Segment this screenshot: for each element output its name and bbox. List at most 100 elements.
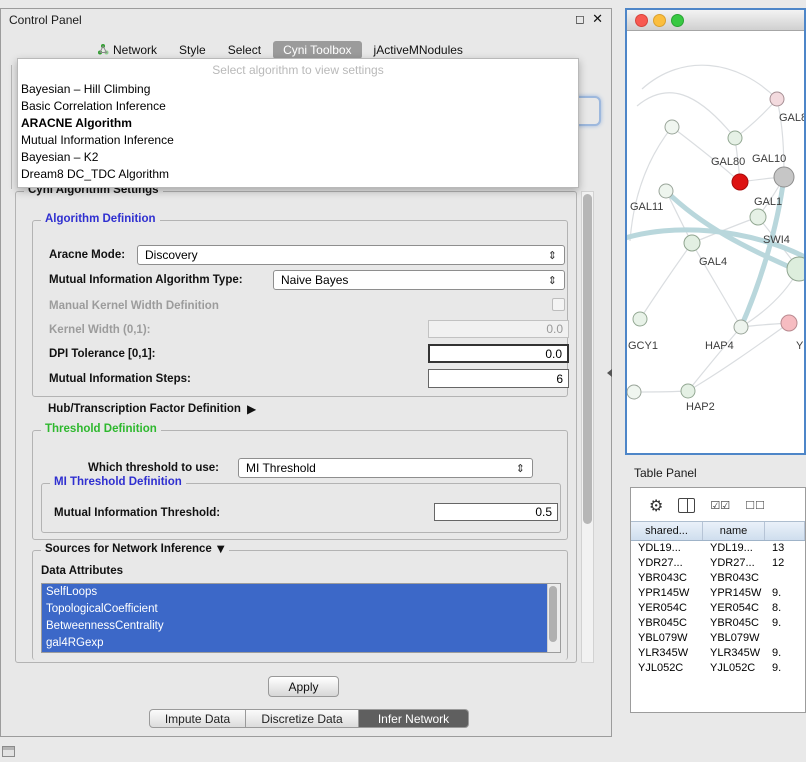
which-threshold-combo[interactable]: MI Threshold ⇕ [238,458,533,478]
algorithm-option-bayesian-hill-climbing[interactable]: Bayesian – Hill Climbing [18,81,578,98]
table-column-header[interactable]: shared... [631,522,703,540]
table-row[interactable]: YBL079WYBL079W [631,631,805,646]
network-node[interactable] [659,184,673,198]
attribute-item-topologicalcoefficient[interactable]: TopologicalCoefficient [42,601,548,618]
float-window-icon[interactable]: ◻ [575,12,585,26]
algorithm-option-mutual-information-inference[interactable]: Mutual Information Inference [18,132,578,149]
select-all-checkboxes-icon[interactable]: ☑☑ [710,499,730,512]
network-node[interactable] [732,174,748,190]
table-column-header[interactable] [765,522,805,540]
kernel-width-field[interactable] [428,320,569,338]
control-panel-title: Control Panel [9,13,82,27]
combo-arrows-icon: ⇕ [548,274,557,287]
columns-icon[interactable] [678,498,695,513]
network-node[interactable] [681,384,695,398]
close-window-icon[interactable]: ✕ [592,12,603,27]
dpi-tolerance-field[interactable] [428,344,569,363]
tab-select[interactable]: Select [218,41,271,59]
attributes-list-scrollbar-thumb[interactable] [549,586,557,642]
table-cell: YER054C [631,601,703,616]
table-cell: 9. [765,616,805,631]
settings-scrollbar-thumb[interactable] [583,194,592,524]
attribute-item-betweennesscentrality[interactable]: BetweennessCentrality [42,618,548,635]
tab-network[interactable]: Network [87,41,167,60]
clear-all-checkboxes-icon[interactable]: ☐☐ [745,499,765,512]
bottom-tab-impute-data[interactable]: Impute Data [149,709,246,728]
tab-style[interactable]: Style [169,41,216,59]
table-row[interactable]: YBR043CYBR043C [631,571,805,586]
hub-definition-toggle[interactable]: Hub/Transcription Factor Definition ▶ [48,402,256,416]
aracne-mode-combo[interactable]: Discovery ⇕ [137,245,565,265]
algorithm-option-dream8-dc-tdc-algorithm[interactable]: Dream8 DC_TDC Algorithm [18,166,578,183]
splitter-handle[interactable] [607,369,612,377]
close-button[interactable] [635,14,648,27]
network-edge[interactable] [735,99,777,138]
network-node[interactable] [774,167,794,187]
network-edge[interactable] [634,391,688,392]
settings-scrollbar[interactable] [581,191,594,663]
table-header[interactable]: shared...name [631,521,805,541]
mi-algorithm-type-label: Mutual Information Algorithm Type: [49,274,243,286]
algorithm-option-basic-correlation-inference[interactable]: Basic Correlation Inference [18,98,578,115]
network-node[interactable] [728,131,742,145]
which-threshold-value: MI Threshold [246,461,316,475]
tab-jactivemnodules[interactable]: jActiveMNodules [364,41,473,59]
network-edge[interactable] [666,191,692,243]
mi-algorithm-type-combo[interactable]: Naive Bayes ⇕ [273,270,565,290]
gear-icon[interactable]: ⚙ [649,496,663,515]
attribute-item-gal4rgexp[interactable]: gal4RGexp [42,635,548,652]
minimize-button[interactable] [653,14,666,27]
mi-threshold-field[interactable] [434,503,558,521]
minimized-window-icon[interactable] [2,746,15,757]
table-cell: YLR345W [631,646,703,661]
network-node[interactable] [781,315,797,331]
aracne-mode-value: Discovery [145,248,198,262]
mi-steps-label: Mutual Information Steps: [49,373,191,385]
tab-label: jActiveMNodules [374,43,463,57]
attributes-list-scrollbar[interactable] [547,584,560,652]
table-row[interactable]: YBR045CYBR045C9. [631,616,805,631]
sources-group: Sources for Network Inference ▼ Data Att… [32,550,568,660]
table-body: YDL19...YDL19...13YDR27...YDR27...12YBR0… [631,541,805,676]
network-edge[interactable] [777,99,784,177]
network-edge[interactable] [688,327,741,391]
table-row[interactable]: YJL052CYJL052C9. [631,661,805,676]
network-node[interactable] [633,312,647,326]
table-row[interactable]: YDL19...YDL19...13 [631,541,805,556]
network-node[interactable] [665,120,679,134]
network-edge[interactable] [637,93,735,138]
bottom-tab-infer-network[interactable]: Infer Network [359,709,469,728]
sources-group-title[interactable]: Sources for Network Inference ▼ [41,543,229,555]
network-node-label: GAL4 [699,256,727,268]
cyni-settings-group: Cyni Algorithm Settings Algorithm Defini… [15,191,577,663]
bottom-tab-discretize-data[interactable]: Discretize Data [246,709,359,728]
tab-cyni-toolbox[interactable]: Cyni Toolbox [273,41,361,59]
table-row[interactable]: YER054CYER054C8. [631,601,805,616]
network-node-label: SWI4 [763,234,790,246]
table-column-header[interactable]: name [703,522,765,540]
attribute-item-selfloops[interactable]: SelfLoops [42,584,548,601]
zoom-button[interactable] [671,14,684,27]
apply-button[interactable]: Apply [268,676,339,697]
network-node-label: Y [796,340,804,352]
network-node[interactable] [627,385,641,399]
network-node-label: GAL11 [630,201,663,213]
table-row[interactable]: YDR27...YDR27...12 [631,556,805,571]
data-attributes-list[interactable]: SelfLoopsTopologicalCoefficientBetweenne… [41,583,561,653]
manual-kernel-width-label: Manual Kernel Width Definition [49,300,219,312]
network-node[interactable] [684,235,700,251]
table-cell: YDR27... [631,556,703,571]
table-cell: 9. [765,586,805,601]
network-node[interactable] [770,92,784,106]
mi-steps-field[interactable] [428,369,569,388]
network-canvas-svg[interactable]: GAL8GAL80GAL10GAL11GAL1SWI4GAL4GCY1HAP4Y… [627,31,804,454]
network-node[interactable] [734,320,748,334]
network-edge[interactable] [640,243,692,319]
algorithm-option-aracne-algorithm[interactable]: ARACNE Algorithm [18,115,578,132]
table-row[interactable]: YLR345WYLR345W9. [631,646,805,661]
network-node[interactable] [750,209,766,225]
network-node[interactable] [787,257,804,281]
manual-kernel-width-checkbox[interactable] [552,298,565,311]
algorithm-option-bayesian-k2[interactable]: Bayesian – K2 [18,149,578,166]
table-row[interactable]: YPR145WYPR145W9. [631,586,805,601]
